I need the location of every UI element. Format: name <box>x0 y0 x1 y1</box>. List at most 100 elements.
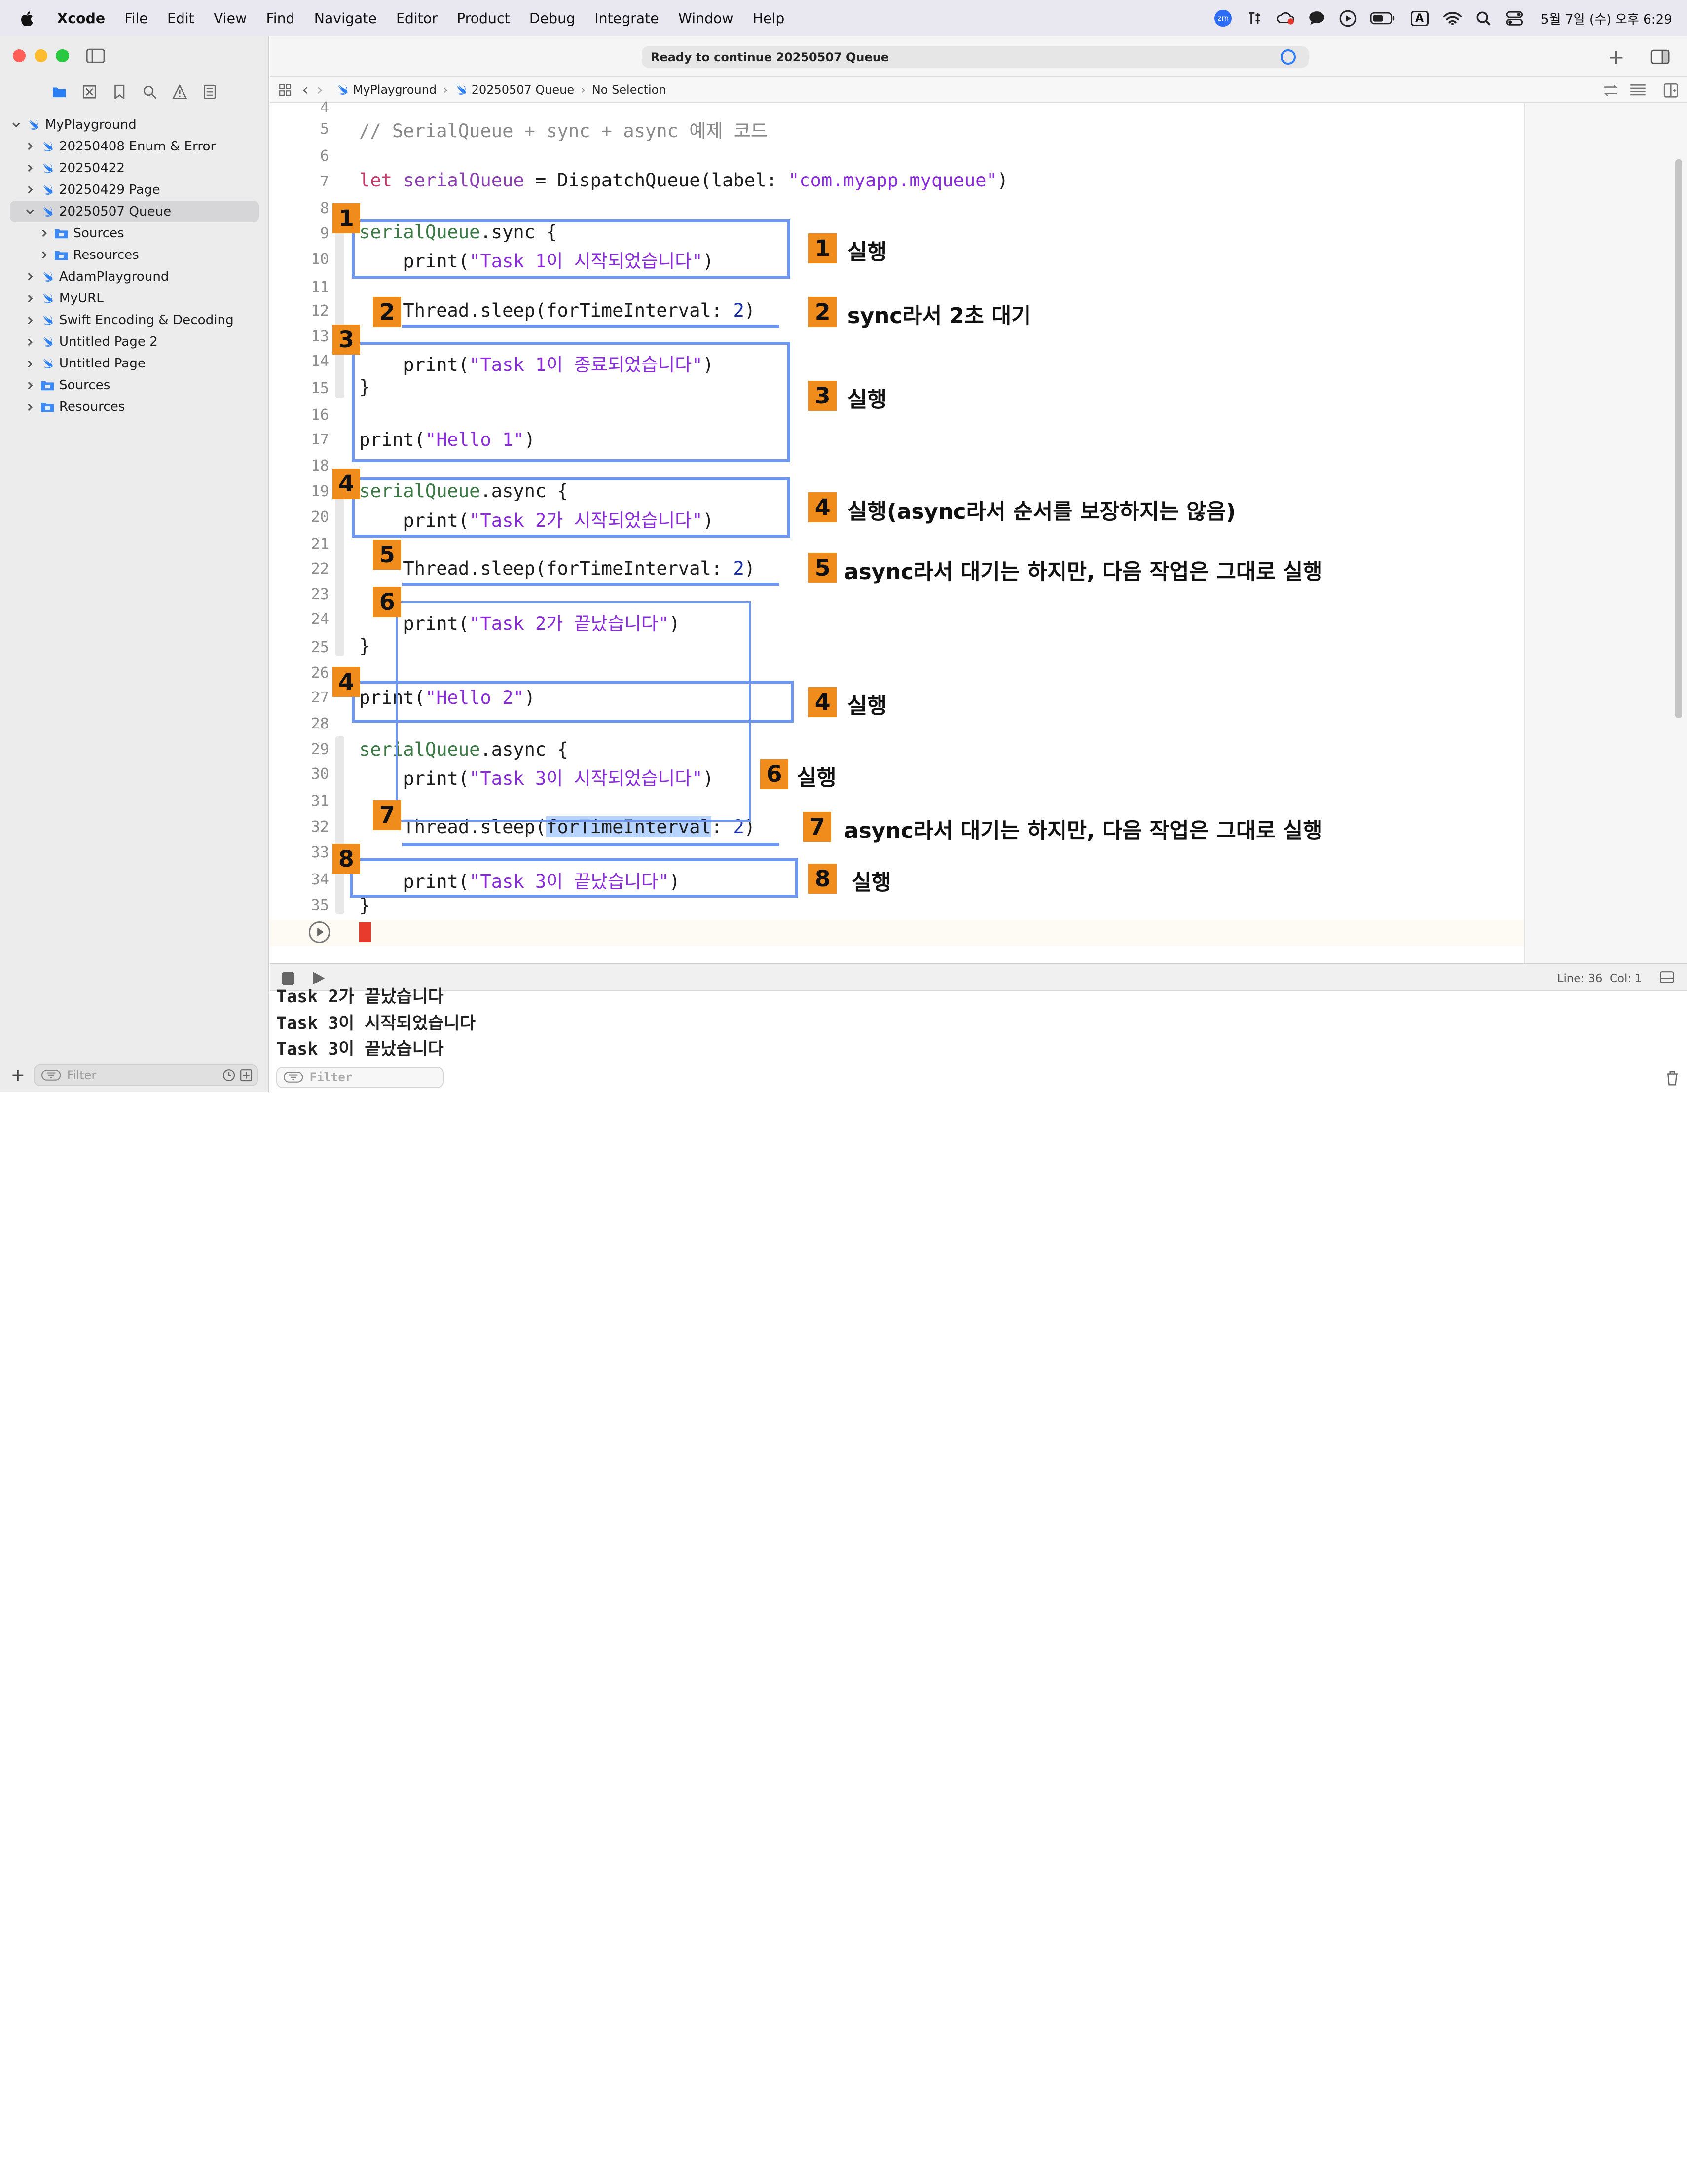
menu-find[interactable]: Find <box>266 10 294 27</box>
chevron-right-icon[interactable] <box>25 163 36 173</box>
swift-icon <box>40 291 55 306</box>
navigator-filter-bar: + Filter <box>0 1058 269 1092</box>
creative-cloud-icon[interactable] <box>1276 9 1295 28</box>
play-icon[interactable] <box>1339 9 1357 28</box>
menu-help[interactable]: Help <box>753 10 785 27</box>
sidebar-toggle-icon[interactable] <box>86 48 105 64</box>
menu-navigate[interactable]: Navigate <box>314 10 377 27</box>
control-center-icon[interactable] <box>1505 9 1524 28</box>
chevron-right-icon[interactable] <box>38 250 49 260</box>
back-icon[interactable]: ‹ <box>302 81 308 99</box>
chevron-right-icon[interactable] <box>25 185 36 195</box>
related-items-icon[interactable] <box>279 83 292 96</box>
issue-icon[interactable] <box>172 83 187 99</box>
chevron-right-icon[interactable] <box>25 142 36 151</box>
battery-icon[interactable] <box>1370 9 1395 28</box>
menu-view[interactable]: View <box>214 10 247 27</box>
menu-file[interactable]: File <box>124 10 147 27</box>
filter-options-icon[interactable] <box>240 1069 253 1082</box>
sidebar-item[interactable]: Untitled Page 2 <box>0 331 269 353</box>
menu-debug[interactable]: Debug <box>529 10 575 27</box>
menubar-clock[interactable]: 5월 7일 (수) 오후 6:29 <box>1541 9 1672 28</box>
fold-gutter[interactable] <box>335 220 344 398</box>
source-control-icon[interactable] <box>82 84 97 99</box>
console-output[interactable]: Task 2가 끝났습니다 Task 3이 시작되었습니다 Task 3이 끝났… <box>270 987 1687 1092</box>
menu-edit[interactable]: Edit <box>167 10 194 27</box>
keyboard-input-icon[interactable]: A <box>1409 9 1430 28</box>
fold-gutter[interactable] <box>335 478 344 656</box>
chevron-right-icon[interactable] <box>25 381 36 391</box>
menu-editor[interactable]: Editor <box>396 10 438 27</box>
vertical-scrollbar[interactable] <box>1675 159 1682 719</box>
editor-options-icon[interactable] <box>1629 83 1647 98</box>
sidebar-item-label: Resources <box>59 400 125 415</box>
window-toolbar: Ready to continue 20250507 Queue + <box>270 36 1687 77</box>
sidebar-item[interactable]: 20250429 Page <box>0 179 269 201</box>
recent-files-icon[interactable] <box>222 1069 235 1082</box>
sidebar-item[interactable]: Resources <box>0 396 269 418</box>
menu-product[interactable]: Product <box>457 10 510 27</box>
sidebar-item[interactable]: 20250422 <box>0 157 269 179</box>
zoom-icon[interactable]: zm <box>1214 9 1232 28</box>
zoom-button[interactable] <box>56 49 69 63</box>
chevron-right-icon[interactable] <box>25 294 36 304</box>
chevron-right-icon[interactable] <box>38 228 49 238</box>
note-badge: 4 <box>808 687 837 718</box>
code-line-25: } <box>359 635 370 656</box>
add-editor-right-icon[interactable] <box>1663 83 1679 98</box>
sidebar-item[interactable]: 20250408 Enum & Error <box>0 136 269 157</box>
korean-input-icon[interactable] <box>1246 9 1264 28</box>
trash-icon[interactable] <box>1666 1071 1679 1086</box>
sidebar-item[interactable]: MyPlayground <box>0 114 269 136</box>
breadcrumb-page[interactable]: 20250507 Queue <box>454 83 574 97</box>
breadcrumb-page-label: 20250507 Queue <box>471 83 575 97</box>
folder-icon <box>40 400 55 415</box>
apple-icon[interactable] <box>19 10 37 27</box>
chevron-right-icon[interactable] <box>25 337 36 347</box>
bookmark-icon[interactable] <box>112 84 127 100</box>
console-filter-field[interactable]: Filter <box>276 1066 444 1089</box>
chevron-right-icon[interactable] <box>25 359 36 369</box>
sidebar-item[interactable]: Sources <box>0 222 269 244</box>
inspector-toggle-icon[interactable] <box>1650 49 1670 65</box>
fold-gutter[interactable] <box>335 736 344 914</box>
run-playground-button[interactable] <box>308 921 330 943</box>
swap-icon[interactable] <box>1603 84 1618 97</box>
navigator-filter-field[interactable]: Filter <box>34 1064 258 1086</box>
breadcrumb-selection[interactable]: No Selection <box>592 83 666 97</box>
report-icon[interactable] <box>202 84 218 99</box>
annotation-note: async라서 대기는 하지만, 다음 작업은 그대로 실행 <box>844 559 1323 584</box>
messages-icon[interactable] <box>1308 9 1326 28</box>
minimize-button[interactable] <box>34 49 47 63</box>
annotation-underline-2 <box>402 325 780 328</box>
search-icon[interactable] <box>1474 9 1493 28</box>
add-icon[interactable]: + <box>11 1065 25 1085</box>
chevron-down-icon[interactable] <box>25 207 36 217</box>
chevron-right-icon[interactable] <box>25 402 36 412</box>
sidebar-item[interactable]: AdamPlayground <box>0 266 269 288</box>
menu-window[interactable]: Window <box>678 10 733 27</box>
sidebar-item[interactable]: Untitled Page <box>0 353 269 374</box>
close-button[interactable] <box>13 49 26 63</box>
wifi-icon[interactable] <box>1443 9 1462 28</box>
menu-xcode[interactable]: Xcode <box>57 10 106 27</box>
forward-icon[interactable]: › <box>317 81 323 99</box>
sidebar-item[interactable]: 20250507 Queue <box>9 201 259 223</box>
line-number: 17 <box>311 431 330 449</box>
folder-icon[interactable] <box>52 84 67 99</box>
menu-integrate[interactable]: Integrate <box>594 10 659 27</box>
chevron-right-icon[interactable] <box>25 316 36 326</box>
hide-debug-area-icon[interactable] <box>1659 971 1675 983</box>
breadcrumb-project[interactable]: MyPlayground <box>336 83 437 97</box>
add-editor-icon[interactable]: + <box>1608 45 1625 69</box>
sidebar-item[interactable]: Sources <box>0 374 269 396</box>
sidebar-item[interactable]: Swift Encoding & Decoding <box>0 309 269 331</box>
sidebar-item-label: Sources <box>73 226 124 241</box>
chevron-right-icon[interactable] <box>25 272 36 282</box>
swift-icon <box>40 313 55 328</box>
sidebar-item[interactable]: MyURL <box>0 288 269 309</box>
chevron-down-icon[interactable] <box>11 120 22 130</box>
project-tree: MyPlayground 20250408 Enum & Error 2025042… <box>0 114 269 418</box>
sidebar-item[interactable]: Resources <box>0 244 269 266</box>
find-icon[interactable] <box>142 84 157 99</box>
